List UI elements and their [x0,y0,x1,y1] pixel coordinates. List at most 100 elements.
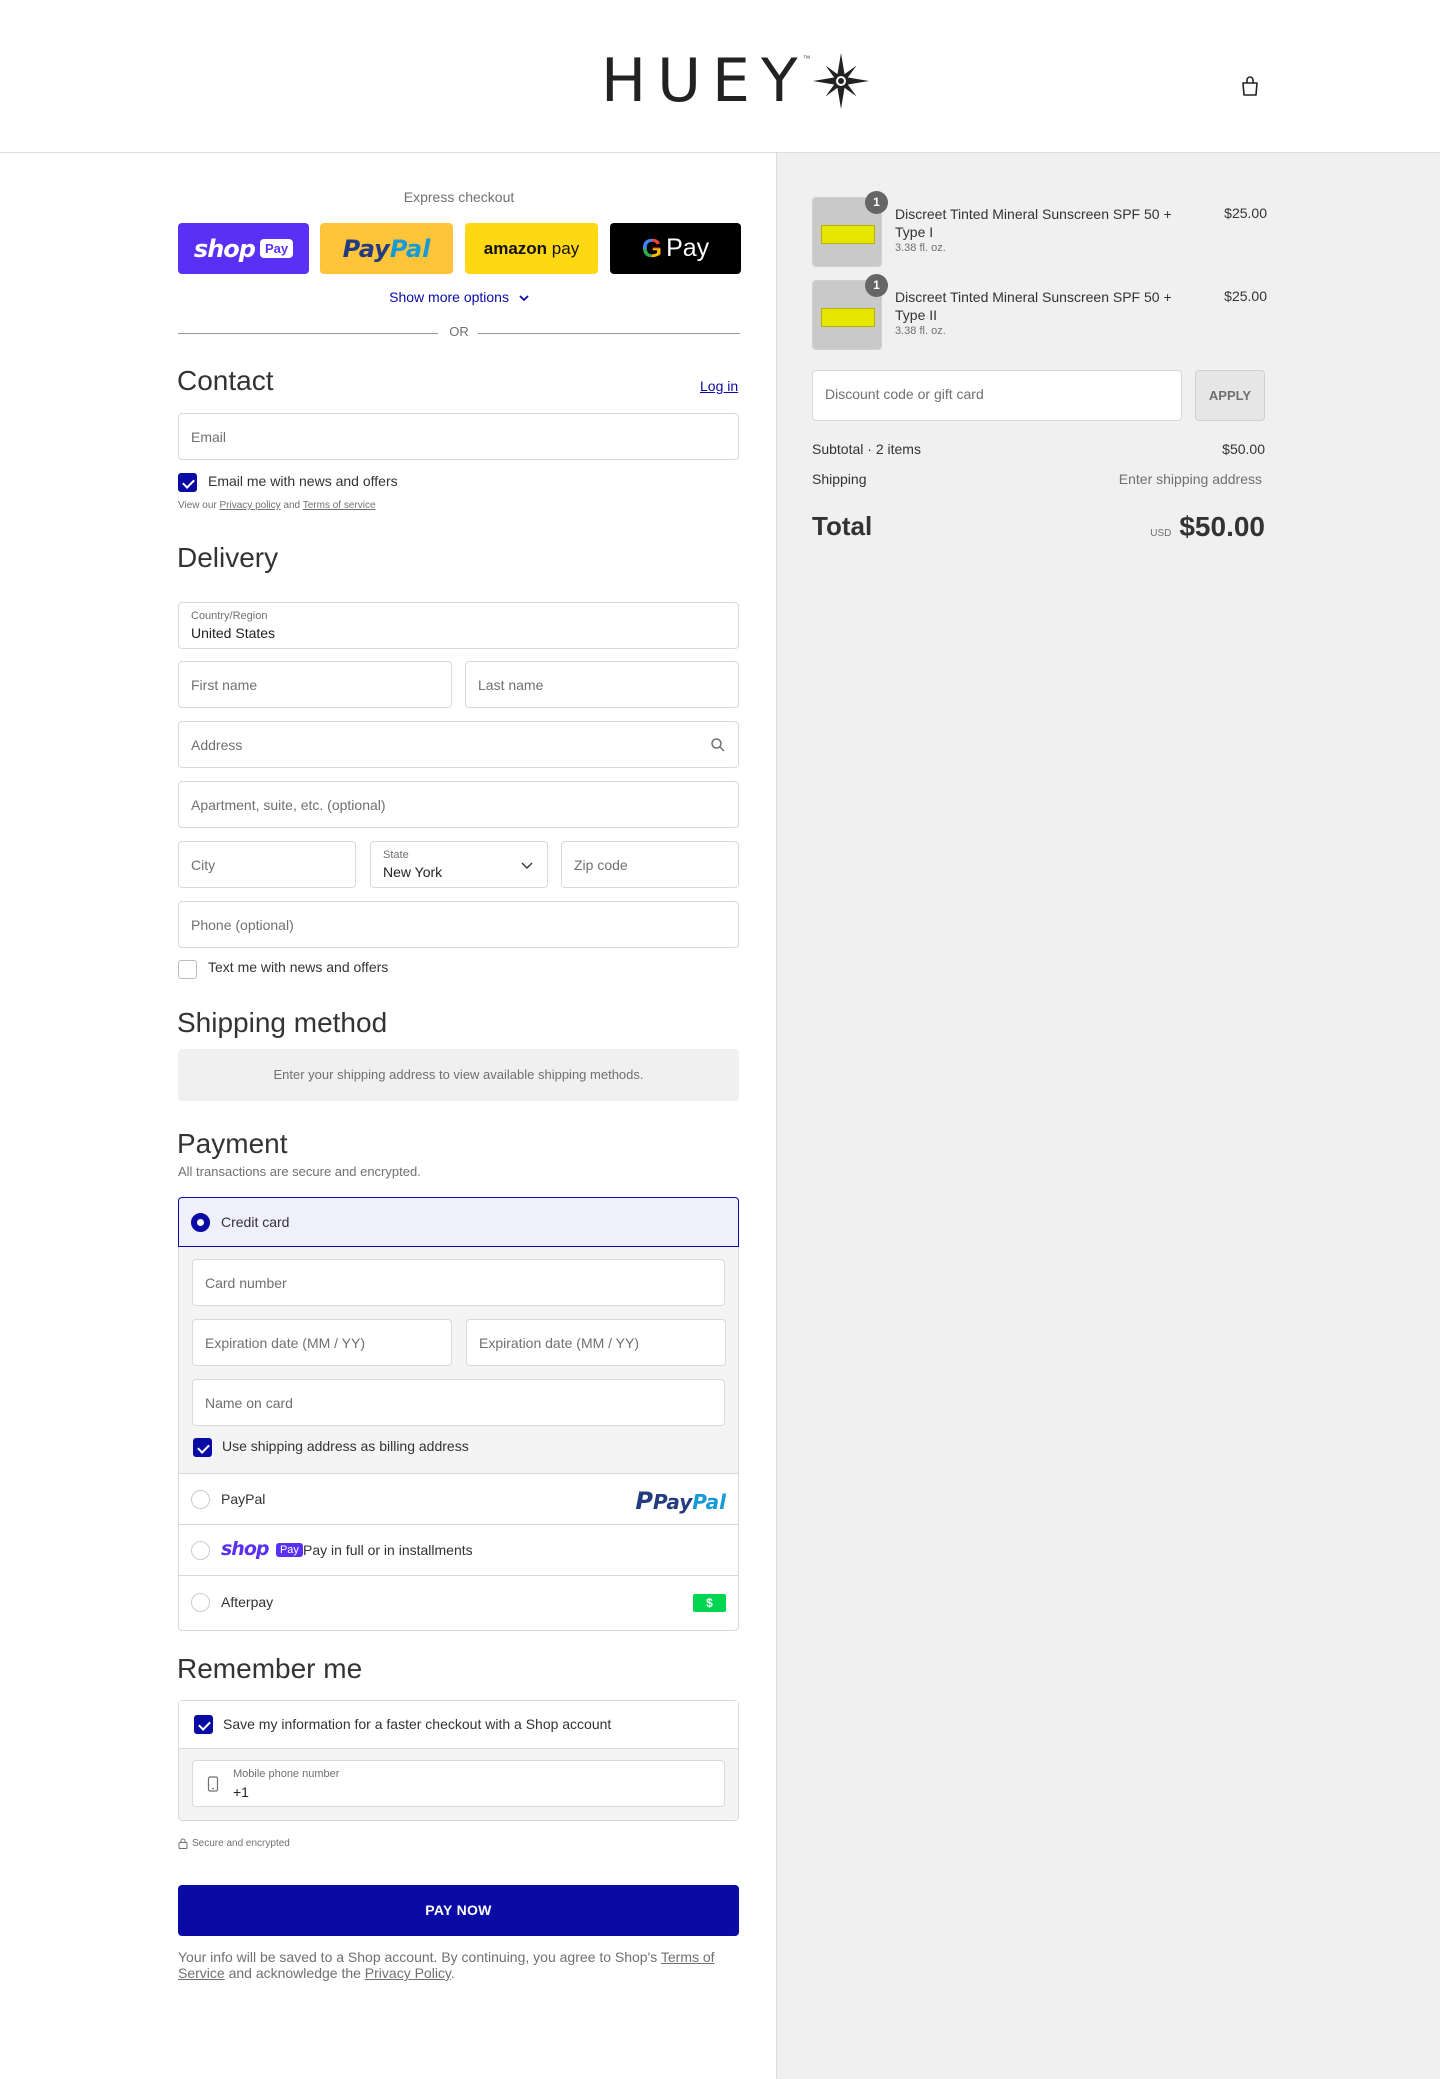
address-placeholder: Address [191,737,243,753]
total-amount: USD $50.00 [1150,511,1265,543]
mobile-phone-value: +1 [233,1784,249,1800]
expiration-date-field-2[interactable]: Expiration date (MM / YY) [466,1319,726,1366]
card-number-field[interactable]: Card number [192,1259,725,1306]
paypal-label: PayPal [221,1491,266,1507]
expiration-placeholder-2: Expiration date (MM / YY) [479,1335,640,1351]
apply-discount-button[interactable]: APPLY [1195,370,1265,421]
phone-field[interactable]: Phone (optional) [178,901,739,948]
paypal-word-pal: Pal [389,234,431,263]
shop-pay-option[interactable]: shop Pay Pay in full or in installments [179,1525,738,1576]
compass-star-icon [812,53,869,109]
mobile-phone-section: Mobile phone number +1 [179,1749,738,1820]
express-checkout-title: Express checkout [403,189,515,205]
total-row: Total USD $50.00 [812,511,1265,547]
legal-text-c: . [450,1965,455,1981]
save-info-label: Save my information for a faster checkou… [223,1716,612,1732]
legal-text-a: Your info will be saved to a Shop accoun… [178,1949,658,1965]
subtotal-value: $50.00 [1222,441,1265,457]
city-field[interactable]: City [178,841,356,888]
chevron-down-icon [519,295,529,302]
pay-now-button[interactable]: PAY NOW [178,1885,739,1936]
paypal-radio[interactable] [191,1490,210,1509]
shop-privacy-link[interactable]: Privacy Policy [365,1965,451,1981]
shopping-bag-icon[interactable] [1238,74,1262,98]
shipping-label: Shipping [812,471,867,487]
log-in-link[interactable]: Log in [700,378,738,394]
credit-card-option[interactable]: Credit card [178,1197,739,1247]
line-item: 1 Discreet Tinted Mineral Sunscreen SPF … [812,274,1267,352]
paypal-word-pay: Pay [342,234,390,263]
first-name-field[interactable]: First name [178,661,452,708]
name-on-card-field[interactable]: Name on card [192,1379,725,1426]
last-name-field[interactable]: Last name [465,661,739,708]
show-more-options-link[interactable]: Show more options [178,289,740,305]
email-field[interactable]: Email [178,413,739,460]
credit-card-label: Credit card [221,1214,290,1230]
state-label: State [383,849,409,861]
privacy-note: View our Privacy policy and Terms of ser… [178,500,376,511]
credit-card-radio[interactable] [191,1213,210,1232]
country-label: Country/Region [191,610,268,622]
delivery-heading: Delivery [177,542,279,573]
paypal-logo-pal: Pal [692,1490,726,1514]
paypal-button[interactable]: PayPal [320,223,453,274]
city-placeholder: City [191,857,216,873]
total-value: $50.00 [1179,511,1265,542]
shop-wordmark: shop [193,234,256,263]
amazon-pay-button[interactable]: amazon pay [465,223,598,274]
google-pay-button[interactable]: G Pay [610,223,741,274]
total-label: Total [812,511,873,541]
afterpay-radio[interactable] [191,1593,210,1612]
subtotal-label: Subtotal · 2 items [812,441,921,457]
card-number-placeholder: Card number [205,1275,287,1291]
text-news-checkbox[interactable] [178,960,197,979]
afterpay-option[interactable]: Afterpay $ [179,1576,738,1630]
brand-logo[interactable]: HUEY ™ [601,51,871,111]
billing-same-checkbox[interactable] [193,1438,212,1457]
product-image [821,225,875,244]
line-item: 1 Discreet Tinted Mineral Sunscreen SPF … [812,191,1267,269]
state-select[interactable]: State New York [370,841,548,888]
paypal-option[interactable]: PayPal PPayPal [179,1474,738,1525]
phone-placeholder: Phone (optional) [191,917,294,933]
shop-pay-button[interactable]: shop Pay [178,223,309,274]
email-news-label: Email me with news and offers [208,473,398,489]
apartment-field[interactable]: Apartment, suite, etc. (optional) [178,781,739,828]
discount-code-field[interactable]: Discount code or gift card [812,370,1182,421]
first-name-placeholder: First name [191,677,258,693]
divider-right [478,333,740,334]
gpay-word: Pay [666,234,710,262]
order-summary: 1 Discreet Tinted Mineral Sunscreen SPF … [776,153,1440,2079]
discount-placeholder: Discount code or gift card [825,386,984,402]
product-name: Discreet Tinted Mineral Sunscreen SPF 50… [895,289,1172,323]
secure-note: Secure and encrypted [178,1838,290,1849]
paypal-logo: PPayPal [635,1487,726,1515]
billing-same-label: Use shipping address as billing address [222,1438,469,1454]
afterpay-badge: $ [693,1594,726,1612]
quantity-badge: 1 [865,191,888,214]
remember-me-box: Save my information for a faster checkou… [178,1700,739,1821]
expiration-date-field[interactable]: Expiration date (MM / YY) [192,1319,452,1366]
email-news-checkbox[interactable] [178,473,197,492]
zip-code-field[interactable]: Zip code [561,841,739,888]
privacy-policy-link[interactable]: Privacy policy [220,500,281,511]
legal-text-b: and acknowledge the [228,1965,361,1981]
country-select[interactable]: Country/Region United States [178,602,739,649]
product-price: $25.00 [1224,288,1267,304]
address-field[interactable]: Address [178,721,739,768]
lock-icon [178,1838,188,1849]
save-info-checkbox[interactable] [194,1715,213,1734]
google-g-icon: G [641,233,663,263]
shop-pay-radio[interactable] [191,1541,210,1560]
chevron-down-icon [521,862,533,869]
terms-of-service-link[interactable]: Terms of service [303,500,376,511]
shop-pay-logo: shop Pay [221,1538,303,1560]
payment-subtitle: All transactions are secure and encrypte… [178,1164,421,1179]
credit-card-form: Card number Expiration date (MM / YY) Ex… [179,1247,738,1474]
shop-pay-shop-word: shop [221,1538,269,1560]
payment-heading: Payment [177,1128,288,1159]
shipping-value: Enter shipping address [1118,471,1262,487]
expiration-placeholder: Expiration date (MM / YY) [205,1335,366,1351]
mobile-phone-field[interactable]: Mobile phone number +1 [192,1760,725,1807]
save-info-row: Save my information for a faster checkou… [179,1701,738,1749]
